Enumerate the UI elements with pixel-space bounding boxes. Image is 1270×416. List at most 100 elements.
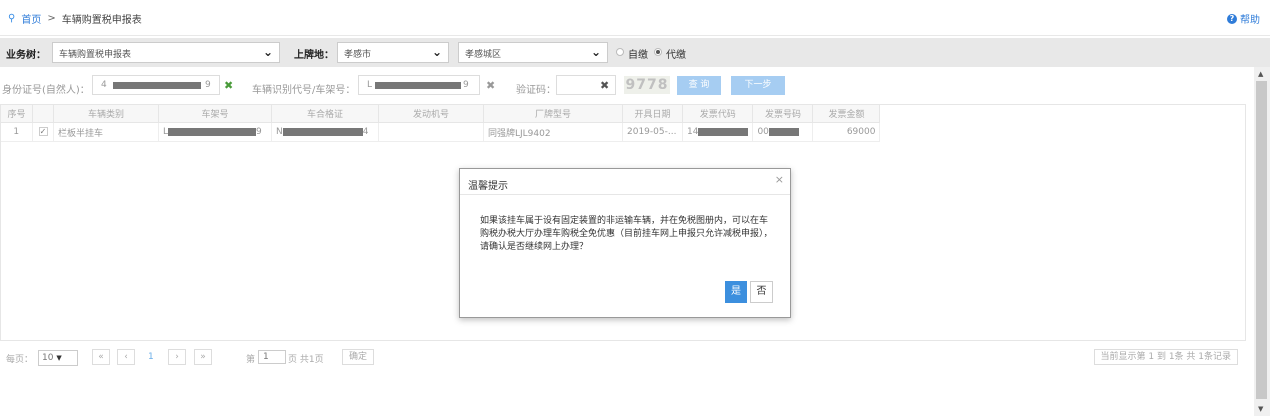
record-info: 当前显示第 1 到 1条 共 1条记录 — [1093, 349, 1238, 365]
clear-id-icon[interactable]: ✖ — [224, 79, 233, 92]
last-page-button[interactable]: » — [194, 349, 212, 365]
caret-down-icon: ▼ — [56, 354, 62, 362]
captcha-label: 验证码： — [516, 85, 556, 96]
captcha-image[interactable]: 9778 — [624, 76, 670, 94]
district-value: 孝感城区 — [465, 50, 502, 60]
per-page-label: 每页： — [6, 355, 34, 365]
per-page-select[interactable]: 10 ▼ — [38, 350, 78, 366]
cell-invoice-number: 00 — [752, 122, 814, 142]
cell-invoice-code: 14 — [682, 122, 754, 142]
table-header-row: 序号 车辆类别 车架号 车合格证 发动机号 厂牌型号 开具日期 发票代码 发票号… — [0, 104, 881, 123]
id-number-suffix: 9 — [205, 80, 211, 90]
page-total-label: 页 共1页 — [288, 355, 324, 365]
location-pin-icon: ⚲ — [8, 13, 16, 24]
breadcrumb-current: 车辆购置税申报表 — [61, 15, 142, 26]
confirm-page-button[interactable]: 确定 — [342, 349, 374, 365]
business-tree-select[interactable]: 车辆购置税申报表 ⌄ — [52, 42, 280, 63]
redacted-block — [698, 127, 749, 136]
question-icon: ? — [1227, 13, 1237, 24]
column-header: 发票代码 — [681, 104, 754, 123]
yes-button[interactable]: 是 — [725, 281, 747, 303]
cell-vin: L9 — [158, 122, 272, 142]
query-button[interactable]: 查 询 — [677, 76, 721, 95]
breadcrumb-home-link[interactable]: 首页 — [21, 11, 41, 26]
next-step-button[interactable]: 下一步 — [731, 76, 785, 95]
radio-agent-pay-label: 代缴 — [666, 50, 686, 61]
top-bar: ⚲ 首页 > 车辆购置税申报表 ? 帮助 — [0, 0, 1270, 36]
scroll-up-icon[interactable]: ▲ — [1258, 70, 1263, 78]
radio-agent-pay[interactable] — [654, 48, 662, 56]
chevron-down-icon: ⌄ — [262, 45, 273, 59]
column-header: 发票号码 — [752, 104, 814, 123]
district-select[interactable]: 孝感城区 ⌄ — [458, 42, 608, 63]
column-header — [32, 104, 54, 123]
dialog-header: 温馨提示 × — [460, 169, 790, 195]
close-icon[interactable]: × — [775, 173, 784, 186]
page-prefix-label: 第 — [246, 355, 256, 365]
row-checkbox[interactable]: ✓ — [32, 122, 54, 142]
radio-self-pay[interactable] — [616, 48, 624, 56]
current-page-number[interactable]: 1 — [148, 352, 154, 362]
scrollbar-thumb[interactable] — [1256, 81, 1267, 399]
city-select[interactable]: 孝感市 ⌄ — [337, 42, 449, 63]
cell-index: 1 — [0, 122, 33, 142]
clear-captcha-icon[interactable]: ✖ — [600, 79, 609, 92]
column-header: 发动机号 — [378, 104, 484, 123]
column-header: 车合格证 — [271, 104, 379, 123]
chevron-down-icon: ⌄ — [590, 45, 601, 59]
vin-input[interactable]: L 9 — [358, 75, 480, 95]
business-bar: 业务树： 车辆购置税申报表 ⌄ 上牌地： 孝感市 ⌄ 孝感城区 ⌄ 自缴 代缴 — [0, 38, 1270, 67]
next-page-button[interactable]: › — [168, 349, 186, 365]
column-header: 车辆类别 — [53, 104, 159, 123]
vertical-scrollbar[interactable]: ▲ ▼ — [1254, 67, 1270, 416]
cell-category: 栏板半挂车 — [53, 122, 159, 142]
vin-prefix: L — [367, 80, 373, 90]
column-header: 车架号 — [158, 104, 272, 123]
column-header: 发票金额 — [812, 104, 881, 123]
cert-suffix: 4 — [362, 127, 369, 137]
breadcrumb: ⚲ 首页 > 车辆购置税申报表 — [8, 11, 142, 26]
city-value: 孝感市 — [344, 50, 372, 60]
clear-vin-icon[interactable]: ✖ — [486, 79, 495, 92]
confirm-dialog: 温馨提示 × 如果该挂车属于设有固定装置的非运输车辆，并在免税图册内，可以在车购… — [459, 168, 791, 318]
column-header: 厂牌型号 — [483, 104, 623, 123]
cell-date: 2019-05-... — [622, 122, 683, 142]
cell-amount: 69000 — [812, 122, 881, 142]
id-number-prefix: 4 — [101, 80, 107, 90]
redacted-block — [282, 127, 363, 136]
invoice-code-prefix: 14 — [687, 127, 699, 137]
cell-certificate: N4 — [271, 122, 379, 142]
scroll-down-icon[interactable]: ▼ — [1258, 405, 1263, 413]
redacted-block — [113, 82, 201, 89]
chevron-down-icon: ⌄ — [431, 45, 442, 59]
redacted-block — [768, 127, 799, 136]
business-tree-value: 车辆购置税申报表 — [59, 50, 132, 60]
table-row[interactable]: 1 ✓ 栏板半挂车 L9 N4 同强牌LJL9402 2019-05-... 1… — [0, 122, 881, 142]
vin-label: 车辆识别代号/车架号： — [252, 85, 356, 96]
cell-model: 同强牌LJL9402 — [483, 122, 623, 142]
id-number-input[interactable]: 4 9 — [92, 75, 220, 95]
page-number-input[interactable]: 1 — [258, 350, 286, 364]
cert-prefix: N — [276, 127, 283, 137]
plate-location-label: 上牌地： — [294, 50, 334, 61]
id-number-label: 身份证号(自然人)： — [2, 85, 90, 96]
check-icon: ✓ — [38, 127, 48, 136]
per-page-value: 10 — [42, 353, 54, 363]
invoice-number-prefix: 00 — [757, 127, 769, 137]
dialog-title: 温馨提示 — [468, 181, 508, 192]
vin-suffix: 9 — [256, 127, 262, 137]
column-header: 序号 — [0, 104, 33, 123]
prev-page-button[interactable]: ‹ — [117, 349, 135, 365]
redacted-block — [168, 127, 257, 136]
no-button[interactable]: 否 — [750, 281, 773, 303]
help-link[interactable]: ? 帮助 — [1227, 11, 1260, 26]
redacted-block — [375, 82, 461, 89]
dialog-message: 如果该挂车属于设有固定装置的非运输车辆，并在免税图册内，可以在车购税办税大厅办理… — [480, 216, 773, 252]
business-tree-label: 业务树： — [6, 50, 46, 61]
vehicle-table: 序号 车辆类别 车架号 车合格证 发动机号 厂牌型号 开具日期 发票代码 发票号… — [0, 104, 881, 142]
breadcrumb-separator: > — [47, 13, 56, 24]
pagination-bar: 每页： 10 ▼ « ‹ 1 › » 第 1 页 共1页 确定 当前显示第 1 … — [0, 345, 1246, 369]
help-label: 帮助 — [1240, 15, 1260, 26]
first-page-button[interactable]: « — [92, 349, 110, 365]
column-header: 开具日期 — [622, 104, 683, 123]
